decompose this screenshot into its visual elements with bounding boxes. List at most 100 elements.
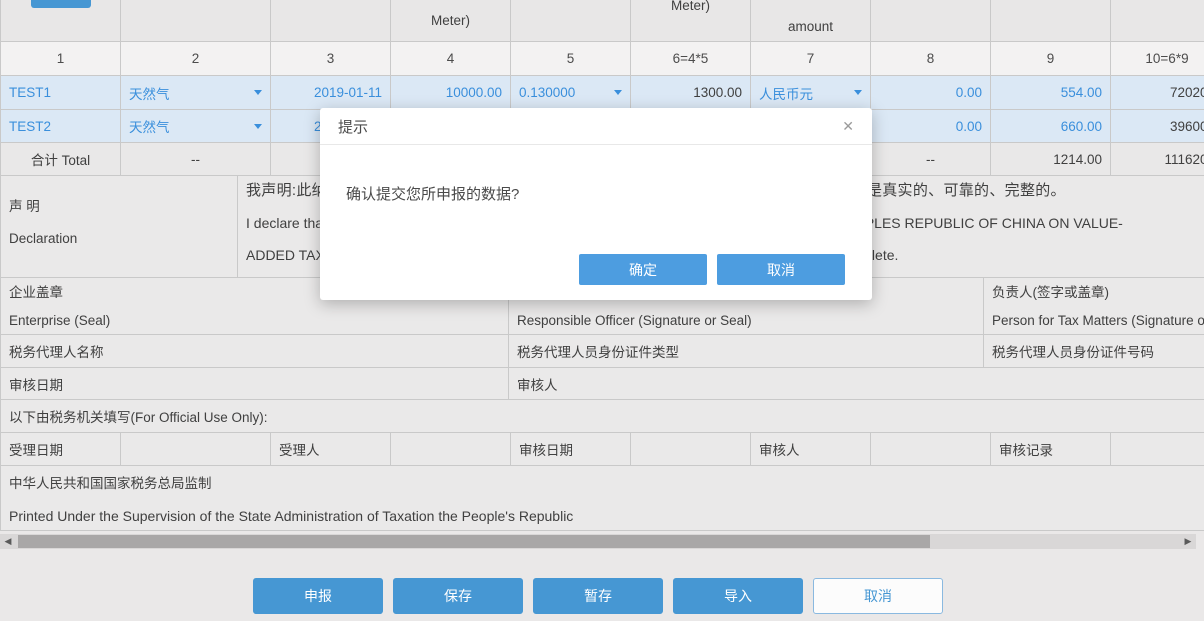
header-cell-5: [511, 0, 631, 41]
scroll-right-arrow-icon[interactable]: ▶: [1180, 534, 1196, 549]
save-button[interactable]: 保存: [393, 578, 523, 614]
scrollbar-thumb[interactable]: [18, 535, 930, 548]
partial-toolbar-button[interactable]: [31, 0, 91, 8]
supervision-footer-row: 中华人民共和国国家税务总局监制 Printed Under the Superv…: [1, 466, 1204, 531]
declaration-label-cell: 声 明 Declaration: [1, 176, 238, 277]
declaration-label-cn: 声 明: [9, 192, 40, 222]
header-cell-6: Meter): [631, 0, 751, 41]
official-use-label: 以下由税务机关填写(For Official Use Only):: [1, 400, 1204, 432]
total-col9: 1214.00: [991, 143, 1111, 175]
cell-date[interactable]: 2019-01-11: [271, 76, 391, 109]
cell-col8[interactable]: 0.00: [871, 76, 991, 109]
header-cell-8: [871, 0, 991, 41]
horizontal-scrollbar[interactable]: ◀ ▶: [0, 534, 1196, 549]
scroll-left-arrow-icon[interactable]: ◀: [0, 534, 16, 549]
cell-quantity[interactable]: 10000.00: [391, 76, 511, 109]
acceptance-person-value: [391, 433, 511, 465]
cell-project-name[interactable]: TEST1: [1, 76, 121, 109]
confirm-button[interactable]: 确定: [579, 254, 707, 285]
tax-matters-person-cell: 负责人(签字或盖章) Person for Tax Matters (Signa…: [984, 278, 1204, 334]
total-col2: --: [121, 143, 271, 175]
close-icon[interactable]: ✕: [842, 118, 854, 135]
cell-col10: 396000: [1111, 110, 1204, 142]
official-use-row: 以下由税务机关填写(For Official Use Only):: [1, 400, 1204, 433]
chevron-down-icon: [614, 90, 622, 99]
audit-record-value: [1111, 433, 1204, 465]
cell-currency-select[interactable]: 人民币元: [751, 76, 871, 109]
col-num-4: 4: [391, 42, 511, 75]
total-label: 合计 Total: [1, 143, 121, 175]
review-row: 审核日期 审核人: [1, 368, 1204, 400]
cell-product-select[interactable]: 天然气: [121, 76, 271, 109]
supervision-text-cn: 中华人民共和国国家税务总局监制: [9, 472, 212, 496]
cell-product-select[interactable]: 天然气: [121, 110, 271, 142]
acceptance-date-value: [121, 433, 271, 465]
enterprise-seal-en: Enterprise (Seal): [9, 310, 110, 332]
col-num-3: 3: [271, 42, 391, 75]
col-num-6: 6=4*5: [631, 42, 751, 75]
dialog-cancel-button[interactable]: 取消: [717, 254, 845, 285]
cell-col9[interactable]: 660.00: [991, 110, 1111, 142]
col-num-9: 9: [991, 42, 1111, 75]
total-col8: --: [871, 143, 991, 175]
header-cell-9: [991, 0, 1111, 41]
agent-id-number-label: 税务代理人员身份证件号码: [984, 335, 1204, 367]
cell-col9[interactable]: 554.00: [991, 76, 1111, 109]
supervision-text-en: Printed Under the Supervision of the Sta…: [9, 504, 573, 528]
dialog-titlebar: 提示 ✕: [320, 108, 872, 145]
acceptance-person-label: 受理人: [271, 433, 391, 465]
agent-id-type-label: 税务代理人员身份证件类型: [509, 335, 984, 367]
hold-button[interactable]: 暂存: [533, 578, 663, 614]
col-num-7: 7: [751, 42, 871, 75]
agent-name-label: 税务代理人名称: [1, 335, 509, 367]
auditor-value: [871, 433, 991, 465]
col-num-2: 2: [121, 42, 271, 75]
tax-matters-person-en: Person for Tax Matters (Signature or Sea…: [992, 310, 1204, 332]
dialog-title: 提示: [338, 116, 368, 137]
cell-amount: 1300.00: [631, 76, 751, 109]
header-label-meter-2: Meter): [631, 0, 750, 13]
col-num-5: 5: [511, 42, 631, 75]
acceptance-row: 受理日期 受理人 审核日期 审核人 审核记录: [1, 433, 1204, 466]
col-num-10: 10=6*9: [1111, 42, 1204, 75]
import-button[interactable]: 导入: [673, 578, 803, 614]
cancel-button[interactable]: 取消: [813, 578, 943, 614]
review-date-label: 审核日期: [1, 368, 509, 399]
chevron-down-icon: [854, 90, 862, 99]
acceptance-date-label: 受理日期: [1, 433, 121, 465]
selected-product: 天然气: [129, 116, 170, 136]
chevron-down-icon: [254, 124, 262, 133]
confirm-dialog: 提示 ✕ 确认提交您所申报的数据? 确定 取消: [320, 108, 872, 300]
enterprise-seal-cn: 企业盖章: [9, 282, 63, 304]
reviewer-label: 审核人: [509, 368, 1204, 399]
responsible-officer-en: Responsible Officer (Signature or Seal): [517, 310, 752, 332]
audit-date-label: 审核日期: [511, 433, 631, 465]
auditor-label: 审核人: [751, 433, 871, 465]
column-number-row: 1 2 3 4 5 6=4*5 7 8 9 10=6*9: [1, 42, 1204, 76]
cell-project-name[interactable]: TEST2: [1, 110, 121, 142]
header-label-amount: amount: [751, 19, 870, 34]
cell-rate-select[interactable]: 0.130000: [511, 76, 631, 109]
supervision-footer-cell: 中华人民共和国国家税务总局监制 Printed Under the Superv…: [1, 466, 1204, 530]
audit-date-value: [631, 433, 751, 465]
dialog-buttons: 确定 取消: [579, 254, 845, 285]
header-cell-3: [271, 0, 391, 41]
header-cell-7: amount: [751, 0, 871, 41]
action-button-row: 申报 保存 暂存 导入 取消: [253, 578, 943, 614]
selected-currency: 人民币元: [759, 83, 813, 103]
header-cell-2: [121, 0, 271, 41]
selected-rate: 0.130000: [519, 85, 575, 100]
tax-matters-person-cn: 负责人(签字或盖章): [992, 282, 1109, 304]
table-header-row-partial: Meter) Meter) amount: [1, 0, 1204, 42]
table-row-test1: TEST1 天然气 2019-01-11 10000.00 0.130000 1…: [1, 76, 1204, 110]
tax-declaration-page: Meter) Meter) amount 1 2 3 4 5 6=4*5 7 8…: [0, 0, 1204, 621]
header-cell-10: [1111, 0, 1204, 41]
cell-col8[interactable]: 0.00: [871, 110, 991, 142]
selected-product: 天然气: [129, 83, 170, 103]
total-col10: 1116200: [1111, 143, 1204, 175]
header-cell-1: [1, 0, 121, 41]
declare-button[interactable]: 申报: [253, 578, 383, 614]
declaration-label-en: Declaration: [9, 224, 77, 254]
tax-agent-row: 税务代理人名称 税务代理人员身份证件类型 税务代理人员身份证件号码: [1, 335, 1204, 368]
col-num-8: 8: [871, 42, 991, 75]
